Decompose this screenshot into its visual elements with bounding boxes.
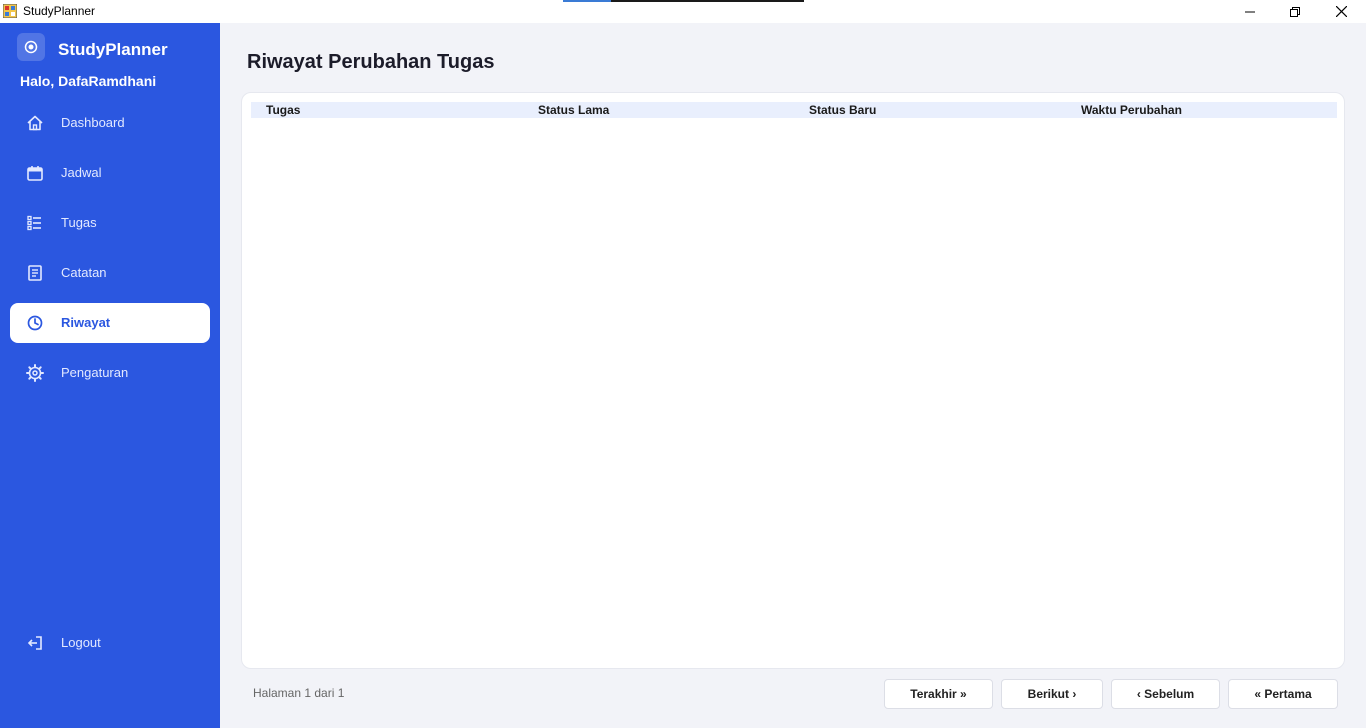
sidebar-item-dashboard[interactable]: Dashboard (10, 103, 210, 143)
sidebar-item-catatan[interactable]: Catatan (10, 253, 210, 293)
maximize-button[interactable] (1272, 0, 1318, 23)
close-button[interactable] (1318, 0, 1364, 23)
minimize-icon (1245, 11, 1255, 12)
history-table: Tugas Status Lama Status Baru Waktu Peru… (241, 92, 1345, 669)
previous-page-button[interactable]: ‹ Sebelum (1111, 679, 1220, 709)
task-list-icon (26, 214, 44, 232)
window-titlebar: StudyPlanner (0, 0, 1366, 23)
sidebar: StudyPlanner Halo, DafaRamdhani Dashboar… (0, 23, 220, 728)
home-icon (26, 114, 44, 132)
column-header-status-lama[interactable]: Status Lama (538, 103, 609, 117)
column-header-waktu-perubahan[interactable]: Waktu Perubahan (1081, 103, 1182, 117)
history-icon (26, 314, 44, 332)
last-page-button[interactable]: Terakhir » (884, 679, 993, 709)
page-title: Riwayat Perubahan Tugas (247, 51, 495, 73)
logout-label: Logout (61, 635, 101, 650)
sidebar-item-label: Jadwal (61, 165, 102, 180)
window-title: StudyPlanner (23, 4, 96, 18)
table-header-row: Tugas Status Lama Status Baru Waktu Peru… (251, 102, 1337, 118)
sidebar-item-riwayat[interactable]: Riwayat (10, 303, 210, 343)
restore-icon (1290, 6, 1300, 17)
sidebar-item-label: Catatan (61, 265, 107, 280)
notes-icon (26, 264, 44, 282)
sidebar-item-label: Tugas (61, 215, 97, 230)
sidebar-item-label: Dashboard (61, 115, 125, 130)
sidebar-item-pengaturan[interactable]: Pengaturan (10, 353, 210, 393)
first-page-button[interactable]: « Pertama (1228, 679, 1338, 709)
gear-icon (26, 364, 44, 382)
app-icon (3, 4, 17, 18)
pagination-info: Halaman 1 dari 1 (253, 686, 345, 700)
sidebar-item-jadwal[interactable]: Jadwal (10, 153, 210, 193)
titlebar-stripe-accent (563, 0, 611, 2)
brand-name: StudyPlanner (58, 40, 168, 59)
user-greeting: Halo, DafaRamdhani (20, 73, 157, 89)
minimize-button[interactable] (1227, 0, 1273, 23)
close-icon (1335, 6, 1347, 17)
column-header-status-baru[interactable]: Status Baru (809, 103, 876, 117)
brand-logo-icon (17, 33, 45, 61)
logout-icon (26, 634, 44, 652)
next-page-button[interactable]: Berikut › (1001, 679, 1103, 709)
column-header-tugas[interactable]: Tugas (266, 103, 300, 117)
calendar-icon (26, 164, 44, 182)
sidebar-item-label: Pengaturan (61, 365, 129, 380)
sidebar-item-label: Riwayat (61, 315, 111, 330)
logout-button[interactable]: Logout (10, 623, 210, 663)
sidebar-item-tugas[interactable]: Tugas (10, 203, 210, 243)
